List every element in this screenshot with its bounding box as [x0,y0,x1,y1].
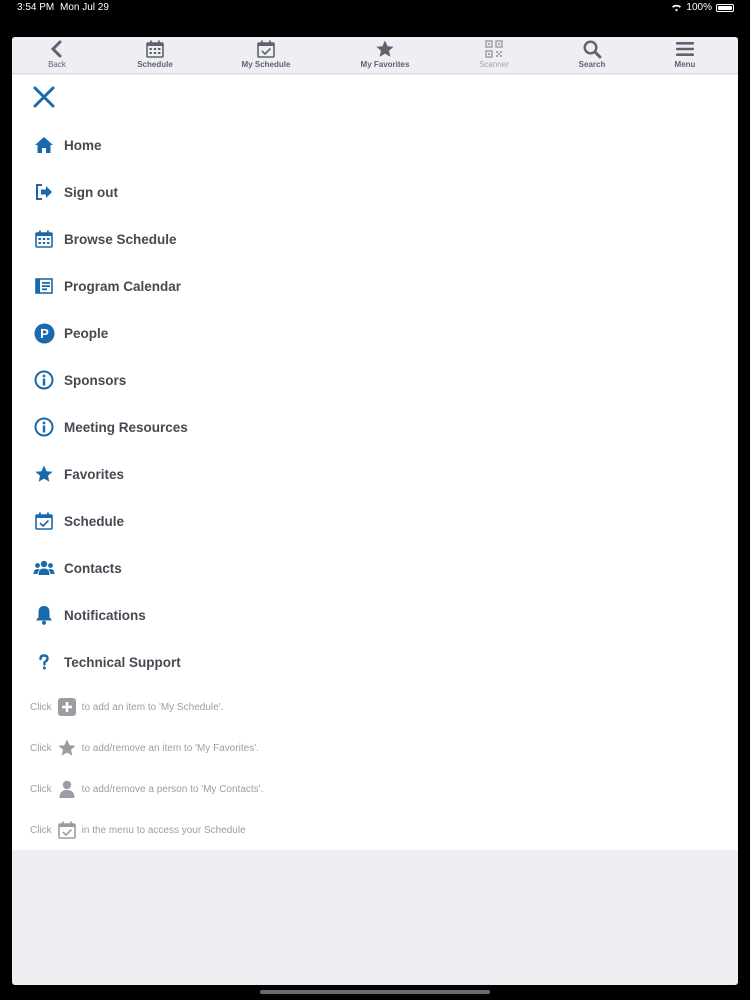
menu-item-program-calendar[interactable]: Program Calendar [33,274,181,298]
star-icon [57,738,77,758]
menu-item-contacts[interactable]: Contacts [33,556,122,580]
people-p-icon: P [33,322,55,344]
status-bar: 3:54 PM Mon Jul 29 100% [0,0,750,16]
calendar-check-icon [33,510,55,532]
hint-text: in the menu to access your Schedule [81,824,246,836]
search-tab[interactable]: Search [552,37,632,74]
calendar-icon [146,40,164,58]
menu-item-label: Home [64,137,102,153]
hint-prefix: Click [30,701,52,713]
star-icon [376,40,394,57]
calendar-check-icon [57,820,77,840]
menu-item-schedule[interactable]: Schedule [33,509,124,533]
plus-box-icon [57,697,77,717]
hint-prefix: Click [30,742,52,754]
calendar-icon [33,228,55,250]
star-icon [33,463,55,485]
menu-item-notifications[interactable]: Notifications [33,603,146,627]
menu-item-people[interactable]: P People [33,321,108,345]
qr-code-icon [485,40,503,58]
hamburger-icon [676,42,694,56]
status-time: 3:54 PM [17,2,55,13]
menu-item-technical-support[interactable]: Technical Support [33,650,181,674]
home-indicator[interactable] [260,990,490,994]
hint-text: to add/remove an item to 'My Favorites'. [81,742,259,754]
info-icon [33,416,55,438]
calendar-check-icon [257,40,275,58]
scanner-tab[interactable]: Scanner [454,37,534,74]
menu-item-meeting-resources[interactable]: Meeting Resources [33,415,188,439]
menu-item-label: Contacts [64,560,122,576]
users-icon [33,557,55,579]
chevron-left-icon [50,40,62,58]
program-calendar-icon [33,275,55,297]
home-icon [33,134,55,156]
bell-icon [33,604,55,626]
menu-item-label: Sponsors [64,372,127,388]
back-button[interactable]: Back [17,37,97,74]
person-icon [57,779,77,799]
hint-prefix: Click [30,824,52,836]
wifi-icon [672,4,682,12]
menu-item-label: Sign out [64,184,118,200]
app-window: Back Schedule My Schedule My Favorites S… [12,37,738,985]
my-favorites-tab[interactable]: My Favorites [345,37,425,74]
menu-tab[interactable]: Menu [645,37,725,74]
menu-item-label: Browse Schedule [64,231,177,247]
hint-contacts: Click to add/remove a person to 'My Cont… [30,777,263,801]
info-icon [33,369,55,391]
menu-item-label: People [64,325,109,341]
menu-item-home[interactable]: Home [33,133,102,157]
my-favorites-tab-label: My Favorites [360,60,410,69]
side-menu-panel: Home Sign out Browse Schedule Program Ca… [12,75,738,850]
question-icon [33,651,55,673]
hint-text: to add an item to 'My Schedule'. [81,701,224,713]
hint-prefix: Click [30,783,52,795]
menu-item-browse-schedule[interactable]: Browse Schedule [33,227,177,251]
search-tab-label: Search [578,60,606,69]
close-icon[interactable] [32,85,56,109]
battery-percent: 100% [686,2,712,13]
back-label: Back [48,60,66,69]
hint-text: to add/remove a person to 'My Contacts'. [81,783,264,795]
menu-item-sponsors[interactable]: Sponsors [33,368,126,392]
menu-item-favorites[interactable]: Favorites [33,462,124,486]
search-icon [583,40,602,59]
hint-add-schedule: Click to add an item to 'My Schedule'. [30,695,223,719]
top-toolbar: Back Schedule My Schedule My Favorites S… [12,37,738,74]
menu-item-label: Meeting Resources [64,419,188,435]
scanner-tab-label: Scanner [479,60,509,69]
status-right: 100% [671,2,734,13]
my-schedule-tab[interactable]: My Schedule [226,37,306,74]
status-date: Mon Jul 29 [60,2,109,13]
menu-item-label: Technical Support [64,654,181,670]
menu-item-label: Notifications [64,607,146,623]
battery-icon [716,3,734,12]
menu-item-sign-out[interactable]: Sign out [33,180,118,204]
my-schedule-tab-label: My Schedule [241,60,291,69]
hint-schedule: Click in the menu to access your Schedul… [30,818,246,842]
sign-out-icon [33,181,55,203]
menu-item-label: Schedule [64,513,125,529]
schedule-tab-label: Schedule [137,60,173,69]
hint-favorites: Click to add/remove an item to 'My Favor… [30,736,259,760]
menu-item-label: Program Calendar [64,278,182,294]
svg-text:P: P [40,326,49,341]
schedule-tab[interactable]: Schedule [115,37,195,74]
menu-item-label: Favorites [64,466,125,482]
menu-tab-label: Menu [674,60,696,69]
